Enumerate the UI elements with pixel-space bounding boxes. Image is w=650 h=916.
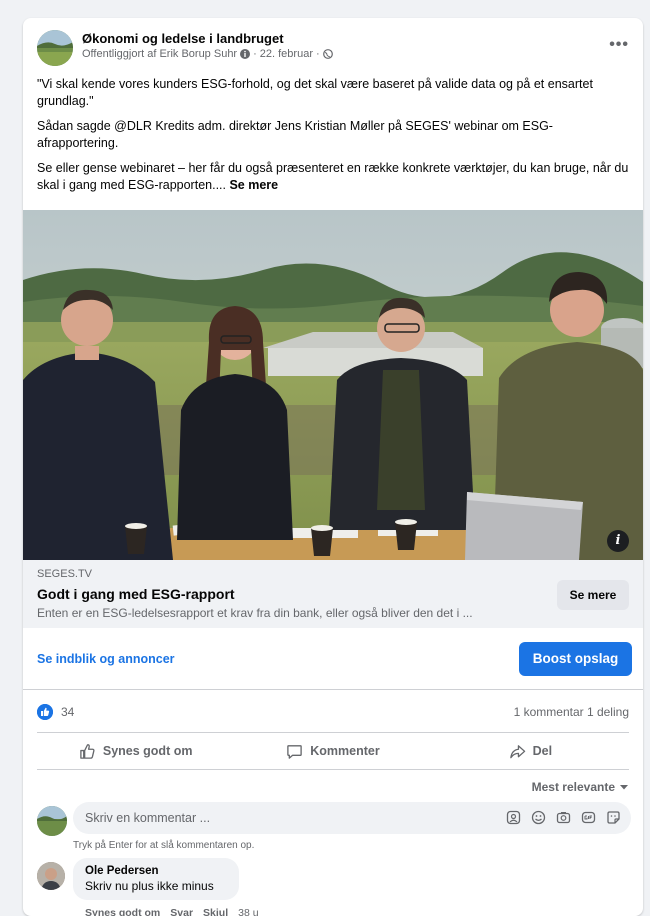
comment-button[interactable]: Kommenter: [234, 733, 431, 769]
post-paragraph: "Vi skal kende vores kunders ESG-forhold…: [37, 77, 593, 108]
comment-sort-dropdown[interactable]: Mest relevante: [532, 780, 629, 794]
post-meta: Offentliggjort af Erik Borup Suhr · 22. …: [82, 48, 333, 60]
sort-label: Mest relevante: [531, 780, 615, 794]
post-date[interactable]: 22. februar: [260, 48, 313, 60]
post-video-thumbnail[interactable]: i: [23, 210, 643, 560]
comment-hide-link[interactable]: Skjul: [203, 907, 228, 916]
insights-and-ads-link[interactable]: Se indblik og annoncer: [37, 652, 175, 666]
comment-input-box: [73, 802, 631, 834]
gif-icon[interactable]: [581, 810, 596, 825]
post-card: Økonomi og ledelse i landbruget Offentli…: [23, 18, 643, 916]
comment-time[interactable]: 38 u: [238, 907, 258, 916]
post-paragraph-text: Se eller gense webinaret – her får du og…: [37, 161, 629, 192]
share-icon: [509, 744, 525, 758]
video-scene-image: [23, 210, 643, 560]
post-paragraph: Sådan sagde @DLR Kredits adm. direktør J…: [37, 119, 553, 150]
post-header: Økonomi og ledelse i landbruget Offentli…: [23, 18, 643, 68]
comment-icon: [287, 744, 303, 759]
post-text: "Vi skal kende vores kunders ESG-forhold…: [37, 76, 633, 202]
comment-actions: Synes godt om Svar Skjul 38 u: [85, 907, 259, 916]
boost-post-button[interactable]: Boost opslag: [519, 642, 632, 676]
globe-icon: [322, 49, 333, 59]
comment-text: Skriv nu plus ikke minus: [85, 879, 214, 893]
info-circle-icon[interactable]: [240, 49, 251, 59]
enter-to-post-hint: Tryk på Enter for at slå kommentaren op.: [73, 840, 255, 851]
link-domain: SEGES.TV: [37, 568, 93, 580]
avatar-sticker-icon[interactable]: [506, 810, 521, 825]
post-actions: Synes godt om Kommenter Del: [37, 732, 629, 770]
emoji-icon[interactable]: [531, 810, 546, 825]
link-title[interactable]: Godt i gang med ESG-rapport: [37, 586, 235, 602]
likes-count[interactable]: 34: [61, 705, 74, 719]
comment-bubble: Ole Pedersen Skriv nu plus ikke minus: [73, 858, 239, 900]
commenter-name[interactable]: Ole Pedersen: [85, 865, 227, 877]
link-see-more-button[interactable]: Se mere: [557, 580, 629, 610]
share-button-label: Del: [532, 744, 553, 758]
comments-shares-count[interactable]: 1 kommentar 1 deling: [514, 705, 629, 719]
more-options-button[interactable]: •••: [609, 36, 629, 54]
like-button[interactable]: Synes godt om: [37, 733, 234, 769]
composer-icons: [506, 810, 621, 825]
commenter-avatar[interactable]: [37, 862, 65, 890]
comment-button-label: Kommenter: [310, 744, 380, 758]
comment-like-link[interactable]: Synes godt om: [85, 907, 160, 916]
comment-reply-link[interactable]: Svar: [170, 907, 193, 916]
reaction-counts-row: 34 1 kommentar 1 deling: [23, 698, 643, 728]
see-more-link[interactable]: Se mere: [229, 178, 278, 192]
camera-icon[interactable]: [556, 810, 571, 825]
like-reaction-icon[interactable]: [37, 704, 53, 720]
composer-avatar[interactable]: [37, 806, 67, 836]
caret-down-icon: [620, 785, 628, 790]
insights-row: Se indblik og annoncer Boost opslag: [23, 628, 643, 690]
thumbs-up-icon: [80, 743, 95, 759]
comment-input[interactable]: [73, 802, 493, 834]
page-avatar[interactable]: [37, 30, 73, 66]
published-by[interactable]: Offentliggjort af Erik Borup Suhr: [82, 48, 237, 60]
page-name[interactable]: Økonomi og ledelse i landbruget: [82, 31, 284, 46]
info-icon[interactable]: i: [607, 530, 629, 552]
post-paragraph: Se eller gense webinaret – her får du og…: [37, 160, 633, 194]
link-preview[interactable]: SEGES.TV Godt i gang med ESG-rapport Ent…: [23, 560, 643, 628]
sticker-icon[interactable]: [606, 810, 621, 825]
link-description: Enten er en ESG-ledelsesrapport et krav …: [37, 606, 473, 620]
meta-separator: ·: [253, 48, 257, 60]
like-button-label: Synes godt om: [102, 744, 193, 758]
meta-separator: ·: [315, 48, 320, 60]
share-button[interactable]: Del: [432, 733, 629, 769]
